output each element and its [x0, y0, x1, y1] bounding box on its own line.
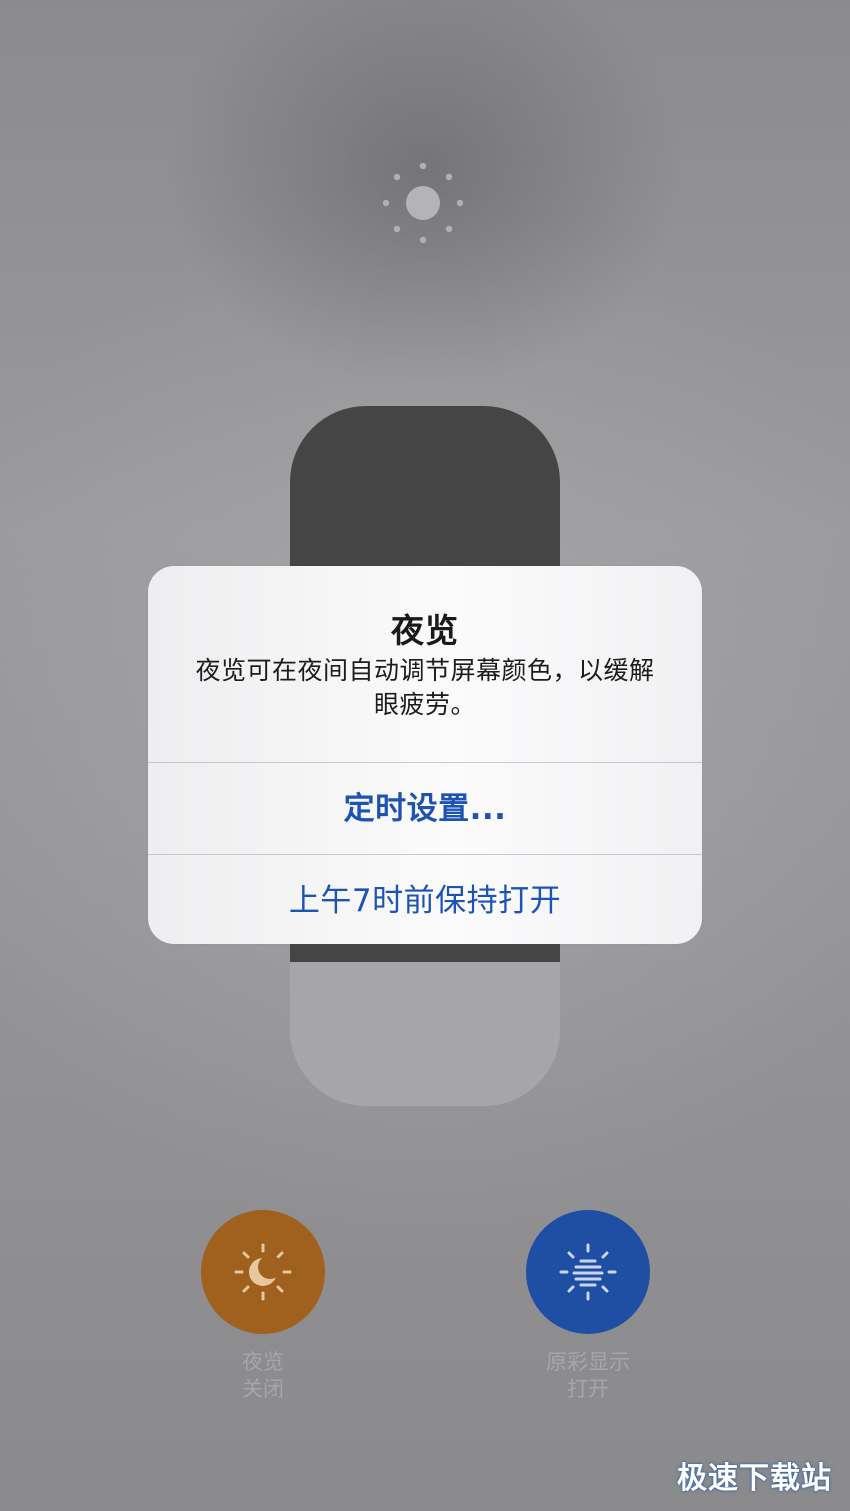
true-tone-toggle[interactable] [526, 1210, 650, 1334]
keep-on-until-7am-button[interactable]: 上午7时前保持打开 [148, 856, 702, 944]
alert-header: 夜览 夜览可在夜间自动调节屏幕颜色，以缓解眼疲劳。 [148, 566, 702, 762]
schedule-settings-button[interactable]: 定时设置... [148, 764, 702, 854]
sun-moon-icon [234, 1243, 292, 1301]
sun-stripes-icon [559, 1243, 617, 1301]
alert-divider [148, 762, 702, 763]
night-shift-label: 夜览 关闭 [183, 1349, 343, 1403]
night-shift-toggle[interactable] [201, 1210, 325, 1334]
watermark: 极速下载站 [677, 1461, 832, 1496]
night-shift-status: 关闭 [242, 1377, 284, 1401]
brightness-sun-icon [382, 162, 464, 244]
alert-title: 夜览 [391, 611, 459, 650]
true-tone-label: 原彩显示 打开 [508, 1349, 668, 1403]
night-shift-title: 夜览 [242, 1350, 284, 1374]
true-tone-status: 打开 [567, 1377, 609, 1401]
alert-message: 夜览可在夜间自动调节屏幕颜色，以缓解眼疲劳。 [195, 656, 655, 719]
night-shift-alert: 夜览 夜览可在夜间自动调节屏幕颜色，以缓解眼疲劳。 定时设置... 上午7时前保… [148, 566, 702, 944]
true-tone-title: 原彩显示 [546, 1350, 630, 1374]
alert-divider [148, 854, 702, 855]
slider-fill [290, 962, 560, 1106]
